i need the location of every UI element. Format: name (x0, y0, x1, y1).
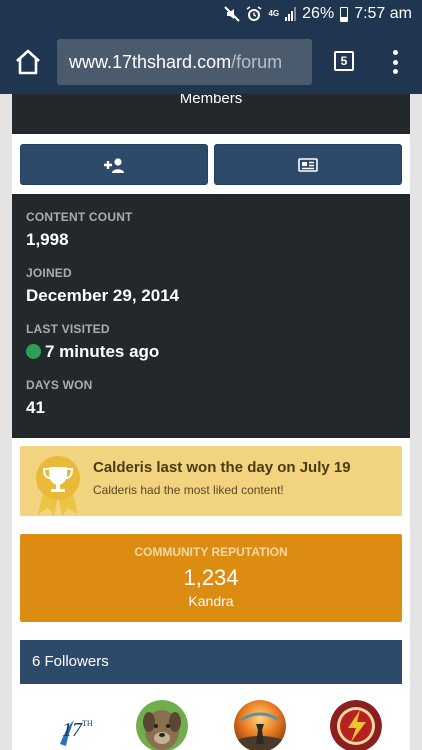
profile-stats: CONTENT COUNT 1,998 JOINED December 29, … (12, 194, 410, 438)
battery-percent: 26% (302, 5, 335, 22)
reputation-label: COMMUNITY REPUTATION (134, 545, 288, 559)
stat-last-visited: LAST VISITED 7 minutes ago (26, 322, 396, 362)
stat-label: CONTENT COUNT (26, 210, 133, 224)
home-icon[interactable] (13, 48, 43, 76)
address-bar[interactable]: www.17thshard.com/forum (57, 39, 312, 85)
reputation-value: 1,234 (183, 565, 239, 590)
day-won-title: Calderis last won the day on July 19 (93, 459, 351, 476)
day-won-banner[interactable]: Calderis last won the day on July 19 Cal… (20, 446, 402, 516)
stat-label: JOINED (26, 266, 72, 280)
stat-joined: JOINED December 29, 2014 (26, 266, 396, 306)
url-path: /forum (231, 52, 283, 72)
mute-icon (224, 6, 241, 22)
reputation-card: COMMUNITY REPUTATION 1,234 Kandra (20, 534, 402, 622)
battery-icon (340, 6, 349, 22)
stat-value: 41 (26, 398, 45, 417)
url-domain: www.17thshard.com (69, 52, 232, 72)
svg-text:TH: TH (82, 719, 93, 728)
flash-logo-icon (330, 700, 382, 750)
follower-avatar[interactable] (330, 700, 382, 750)
browser-toolbar: www.17thshard.com/forum 5 (0, 30, 422, 94)
alarm-icon (247, 6, 262, 21)
follower-avatar[interactable]: 17 TH (44, 700, 96, 750)
add-user-icon (104, 157, 124, 173)
follower-avatar[interactable] (136, 700, 188, 750)
trophy-ribbon-icon (36, 456, 80, 516)
network-type: 4G (268, 9, 280, 18)
newspaper-icon (298, 157, 318, 172)
overflow-menu-icon[interactable] (388, 50, 402, 74)
page-content: Members CONTENT COUNT 1,998 JOINED Decem… (0, 94, 422, 750)
sunset-figure-icon (234, 700, 286, 750)
stat-content-count: CONTENT COUNT 1,998 (26, 210, 396, 250)
clock-time: 7:57 am (354, 5, 412, 22)
member-group-card: Members (12, 94, 410, 134)
signal-icon (285, 7, 297, 21)
dog-photo-icon (136, 700, 188, 750)
stat-label: DAYS WON (26, 378, 93, 392)
follower-avatar[interactable] (234, 700, 286, 750)
status-icons: 4G 26% 7:57 am (224, 5, 412, 23)
online-status-icon (26, 344, 41, 359)
status-bar: 4G 26% 7:57 am (0, 0, 422, 30)
day-won-subtitle: Calderis had the most liked content! (93, 483, 284, 497)
followers-heading: 6 Followers (20, 640, 402, 684)
member-group-label: Members (179, 94, 243, 107)
17th-shard-logo: 17 TH (60, 719, 93, 746)
stat-value: December 29, 2014 (26, 286, 180, 305)
tab-switcher-button[interactable]: 5 (334, 51, 354, 71)
follow-button[interactable] (20, 144, 208, 185)
followers-list: 17 TH (20, 684, 402, 750)
stat-label: LAST VISITED (26, 322, 110, 336)
stat-value: 7 minutes ago (45, 342, 160, 361)
followers-count: 6 Followers (32, 653, 109, 670)
message-button[interactable] (214, 144, 402, 185)
stat-days-won: DAYS WON 41 (26, 378, 396, 418)
stat-value: 1,998 (26, 230, 69, 249)
svg-text:17: 17 (62, 719, 83, 741)
reputation-title: Kandra (188, 593, 234, 609)
